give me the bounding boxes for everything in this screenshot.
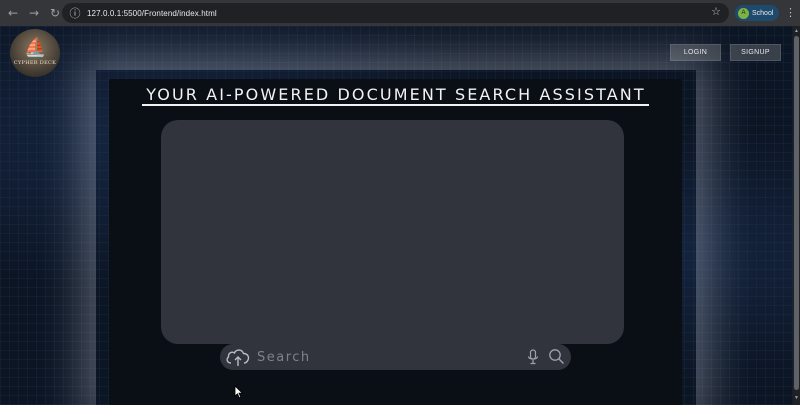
ship-icon: ⛵ [24, 37, 47, 58]
scroll-up-arrow-icon[interactable]: ▲ [794, 28, 799, 34]
scroll-thumb[interactable] [794, 36, 799, 390]
browser-menu-icon[interactable]: ⋮ [785, 6, 796, 19]
url-text[interactable]: 127.0.0.1:5500/Frontend/index.html [87, 9, 217, 18]
logo-subtext: DECK [39, 60, 57, 66]
logo-text: CYPHER DECK [13, 60, 57, 66]
scroll-down-arrow-icon[interactable]: ▼ [794, 395, 799, 401]
logo-name: CYPHER [13, 60, 38, 66]
page-title: YOUR AI-POWERED DOCUMENT SEARCH ASSISTAN… [146, 85, 646, 104]
profile-button[interactable]: A School [735, 5, 779, 21]
profile-avatar: A [738, 7, 749, 19]
mouse-cursor-icon [234, 385, 244, 399]
search-input[interactable]: Search [257, 350, 311, 365]
magnifier-icon[interactable] [548, 348, 565, 365]
site-info-icon[interactable]: ⓘ [67, 5, 83, 21]
title-underline [142, 104, 649, 106]
results-area [161, 120, 624, 344]
bookmark-star-icon[interactable]: ☆ [711, 5, 721, 18]
browser-toolbar: ← → ↻ ⓘ 127.0.0.1:5500/Frontend/index.ht… [0, 0, 800, 26]
forward-icon[interactable]: → [25, 4, 43, 22]
back-icon[interactable]: ← [4, 4, 22, 22]
profile-label: School [752, 9, 774, 17]
page-scrollbar[interactable]: ▲ ▼ [793, 26, 800, 405]
signup-button[interactable]: SIGNUP [730, 44, 781, 61]
cloud-upload-icon[interactable] [225, 346, 251, 368]
logo[interactable]: ⛵ CYPHER DECK [10, 29, 60, 77]
search-bar[interactable]: Search [220, 344, 571, 370]
login-button[interactable]: LOGIN [670, 44, 721, 61]
microphone-icon[interactable] [526, 349, 540, 365]
address-bar[interactable]: ⓘ 127.0.0.1:5500/Frontend/index.html ☆ [62, 3, 729, 23]
